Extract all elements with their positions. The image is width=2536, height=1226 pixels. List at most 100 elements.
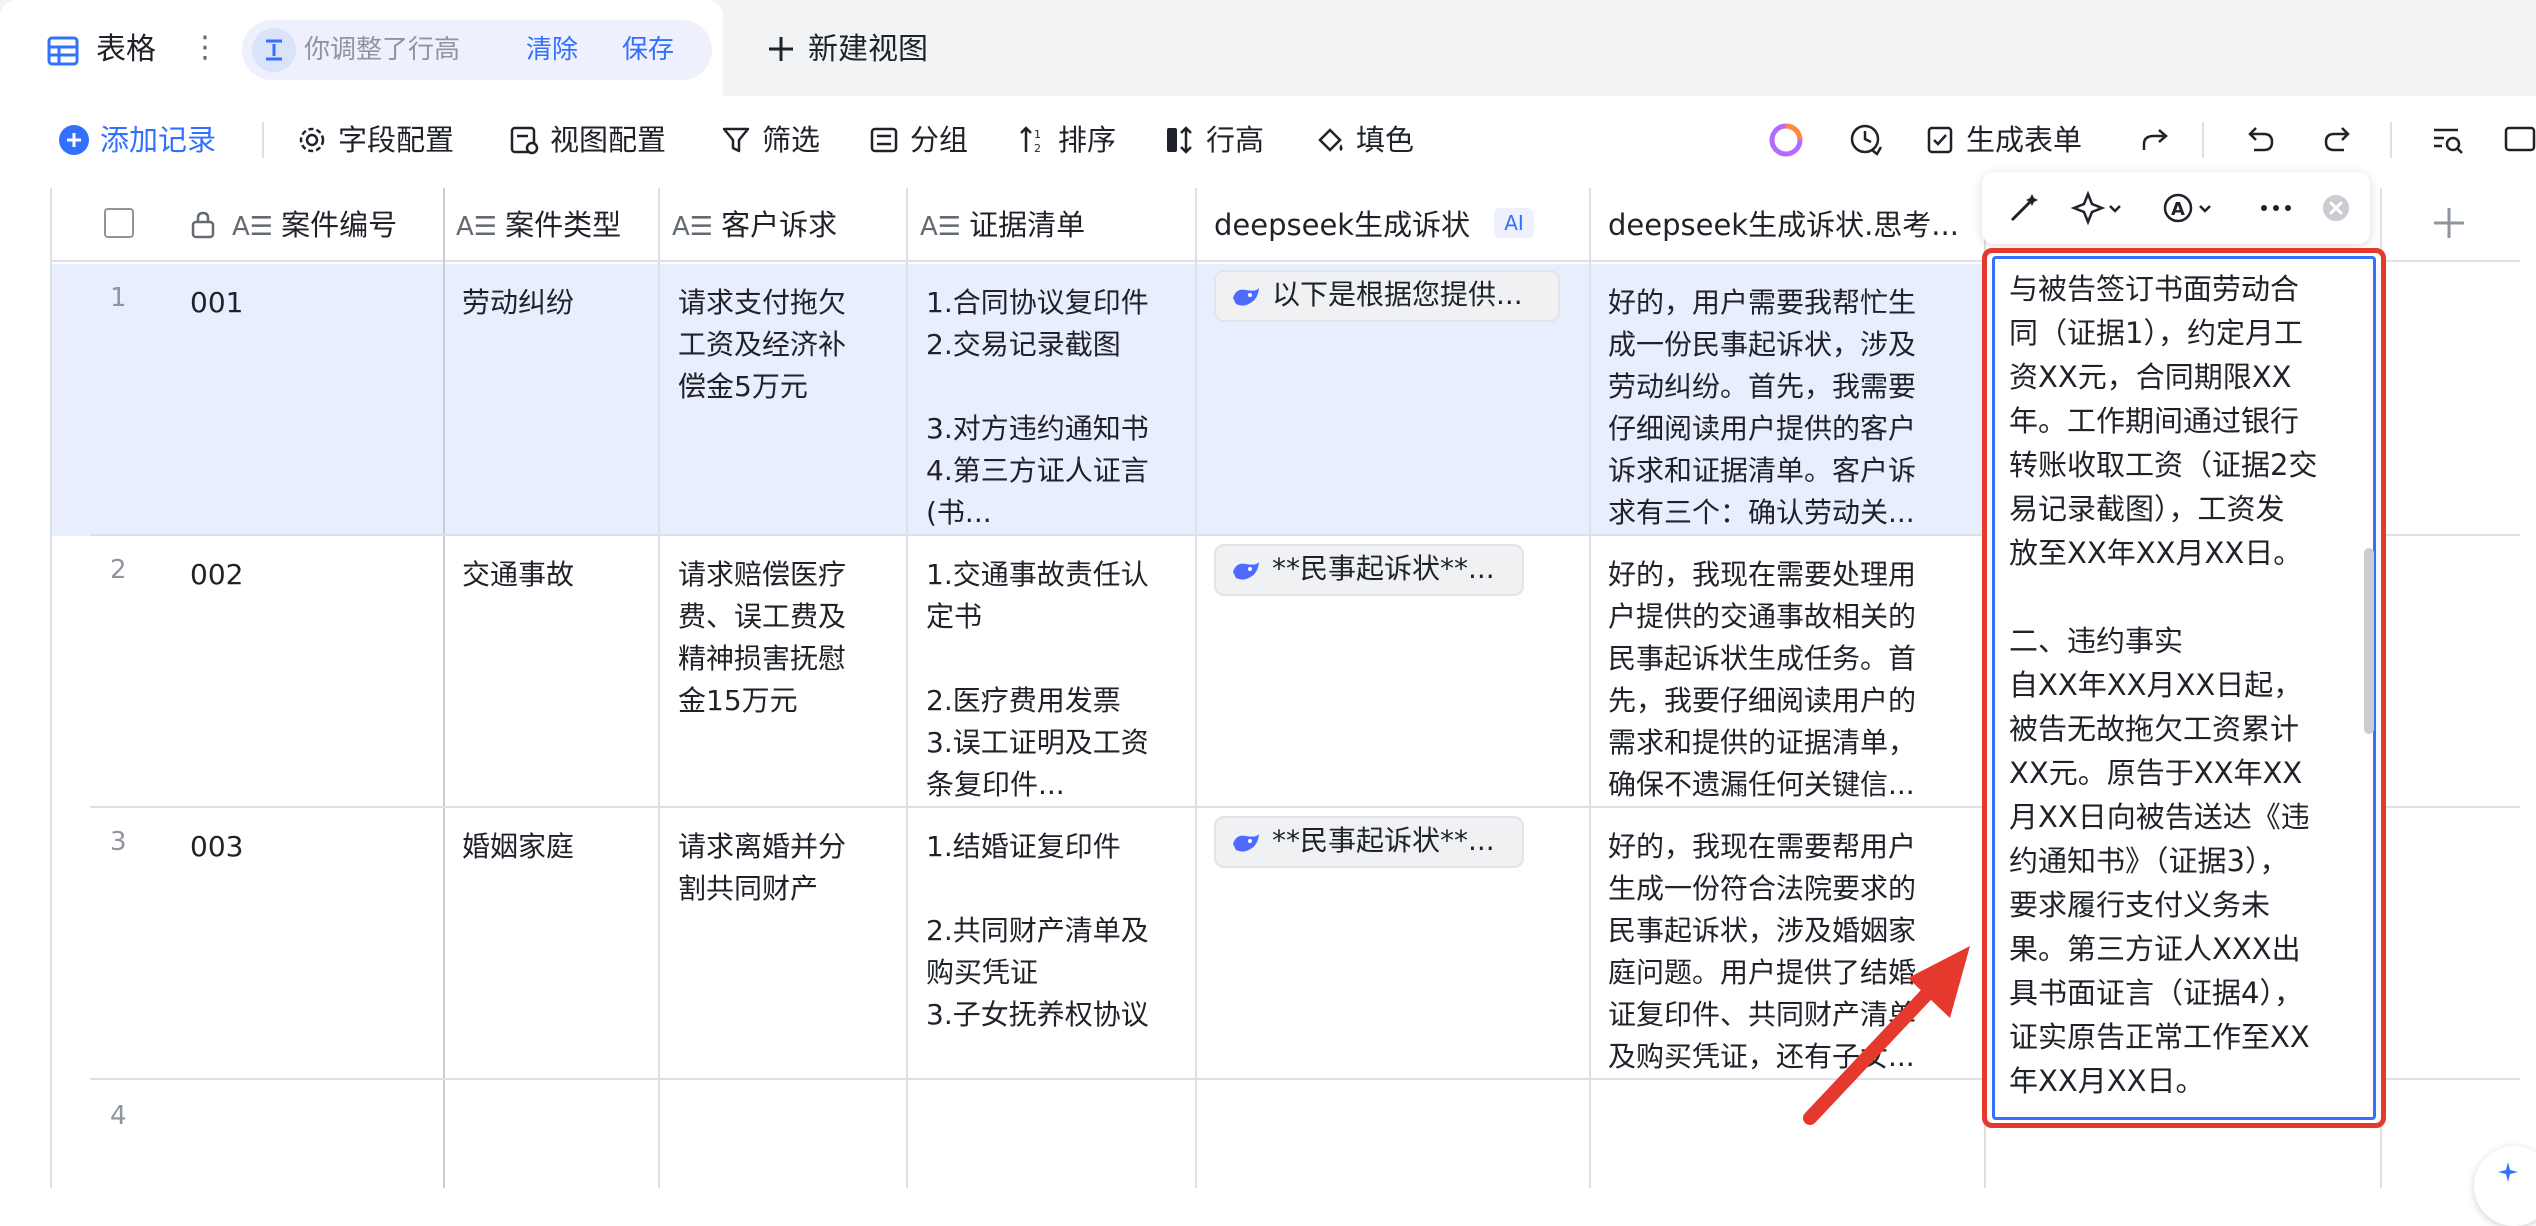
comment-icon[interactable]: [2500, 120, 2536, 160]
text-field-icon: A☰: [920, 212, 962, 242]
svg-text:A: A: [2171, 199, 2185, 220]
field-config-button[interactable]: 字段配置: [296, 120, 476, 160]
ai-assistant-icon[interactable]: [1766, 120, 1806, 160]
add-column-icon[interactable]: [2424, 198, 2474, 248]
column-divider[interactable]: [658, 188, 660, 1188]
ai-sparkle-dropdown-icon[interactable]: [2070, 190, 2130, 226]
cell-ds-think[interactable]: 好的，用户需要我帮忙生 成一份民事起诉状，涉及 劳动纠纷。首先，我需要 仔细阅读…: [1608, 282, 1978, 530]
ai-result-chip[interactable]: **民事起诉状**...: [1214, 816, 1524, 868]
cell-case-type[interactable]: 劳动纠纷: [462, 282, 652, 324]
redo-icon[interactable]: [2318, 120, 2358, 160]
header-ds-gen[interactable]: deepseek生成诉状: [1214, 188, 1484, 262]
toolbar-divider: [2202, 122, 2204, 158]
font-color-dropdown-icon[interactable]: A: [2160, 190, 2220, 226]
new-view-button[interactable]: 新建视图: [808, 30, 928, 70]
deepseek-whale-icon: [1233, 288, 1259, 306]
automation-clock-icon[interactable]: [1846, 120, 1886, 160]
row-number: 2: [110, 555, 127, 585]
header-ds-think[interactable]: deepseek生成诉状.思考...: [1608, 188, 1968, 262]
filter-button[interactable]: 筛选: [720, 120, 840, 160]
clear-button[interactable]: 清除: [526, 32, 578, 68]
ai-result-chip[interactable]: 以下是根据您提供...: [1214, 270, 1560, 322]
fill-color-label: 填色: [1356, 123, 1415, 157]
tab-title[interactable]: 表格: [96, 30, 156, 70]
row-height-label: 行高: [1206, 123, 1265, 157]
row-height-icon: [252, 28, 296, 72]
view-config-button[interactable]: 视图配置: [508, 120, 688, 160]
cell-evidence[interactable]: 1.结婚证复印件 2.共同财产清单及 购买凭证 3.子女抚养权协议: [926, 826, 1192, 1074]
header-evidence-label: 证据清单: [969, 208, 1086, 242]
close-icon[interactable]: [2316, 190, 2356, 226]
group-icon: [870, 127, 898, 153]
form-icon: [1927, 126, 1953, 154]
cell-case-no[interactable]: 003: [190, 826, 430, 868]
undo-icon[interactable]: [2240, 120, 2280, 160]
cell-case-type[interactable]: 婚姻家庭: [462, 826, 652, 868]
header-case-type-label: 案件类型: [505, 208, 622, 242]
more-icon[interactable]: [2256, 190, 2296, 226]
share-icon[interactable]: [2136, 120, 2176, 160]
cell-evidence[interactable]: 1.合同协议复印件 2.交易记录截图 3.对方违约通知书 4.第三方证人证言 (…: [926, 282, 1192, 530]
cell-ds-think[interactable]: 好的，我现在需要处理用 户提供的交通事故相关的 民事起诉状生成任务。首 先，我要…: [1608, 554, 1978, 802]
cell-case-no[interactable]: 001: [190, 282, 430, 324]
field-config-label: 字段配置: [338, 123, 455, 157]
header-evidence[interactable]: A☰ 证据清单: [920, 188, 1190, 262]
column-divider[interactable]: [443, 188, 445, 1188]
plus-icon: [769, 37, 793, 61]
header-case-type[interactable]: A☰ 案件类型: [456, 188, 656, 262]
column-divider[interactable]: [1195, 188, 1197, 1188]
expanded-cell-text[interactable]: 与被告签订书面劳动合 同（证据1），约定月工 资XX元，合同期限XX 年。工作期…: [2009, 267, 2341, 1103]
select-all-checkbox[interactable]: [104, 208, 134, 238]
panel-scrollbar[interactable]: [2364, 548, 2374, 734]
filter-label: 筛选: [762, 123, 821, 157]
ai-result-text: **民事起诉状**...: [1272, 824, 1495, 857]
cell-claim[interactable]: 请求赔偿医疗 费、误工费及 精神损害抚慰 金15万元: [678, 554, 902, 794]
save-button[interactable]: 保存: [622, 32, 674, 68]
row-height-button[interactable]: 行高: [1164, 120, 1284, 160]
sort-icon: 12: [1020, 126, 1041, 155]
table-icon: [47, 36, 79, 66]
cell-case-type[interactable]: 交通事故: [462, 554, 652, 596]
add-record-button[interactable]: 添加记录: [58, 120, 248, 160]
paint-bucket-icon: [1318, 128, 1343, 152]
annotation-arrow: [1803, 946, 1970, 1125]
deepseek-whale-icon: [1233, 834, 1259, 852]
ai-result-chip[interactable]: **民事起诉状**...: [1214, 544, 1524, 596]
text-field-icon: A☰: [456, 212, 498, 242]
sparkle-icon: [2498, 1162, 2518, 1182]
generate-form-button[interactable]: 生成表单: [1924, 120, 2124, 160]
ai-result-text: **民事起诉状**...: [1272, 552, 1495, 585]
magic-wand-icon[interactable]: [2004, 190, 2044, 226]
view-config-label: 视图配置: [550, 123, 667, 157]
sort-label: 排序: [1058, 123, 1117, 157]
ai-result-text: 以下是根据您提供...: [1272, 278, 1523, 311]
cell-case-no[interactable]: 002: [190, 554, 430, 596]
column-divider[interactable]: [1589, 188, 1591, 1188]
fill-color-button[interactable]: 填色: [1314, 120, 1434, 160]
cell-claim[interactable]: 请求支付拖欠 工资及经济补 偿金5万元: [678, 282, 902, 522]
lock-icon: [191, 211, 215, 239]
header-claim-label: 客户诉求: [721, 208, 838, 242]
header-ds-gen-label: deepseek生成诉状: [1214, 208, 1471, 242]
header-claim[interactable]: A☰ 客户诉求: [672, 188, 902, 262]
filter-icon: [722, 127, 750, 153]
row-number: 3: [110, 827, 127, 857]
cell-evidence[interactable]: 1.交通事故责任认 定书 2.医疗费用发票 3.误工证明及工资 条复印件...: [926, 554, 1192, 802]
group-label: 分组: [910, 123, 969, 157]
column-divider[interactable]: [906, 188, 908, 1188]
cell-claim[interactable]: 请求离婚并分 割共同财产: [678, 826, 902, 1066]
tab-more-icon[interactable]: ⋮: [190, 28, 220, 68]
row-number: 1: [110, 283, 127, 313]
text-field-icon: A☰: [672, 212, 714, 242]
group-button[interactable]: 分组: [868, 120, 988, 160]
header-case-no-label: 案件编号: [281, 208, 398, 242]
deepseek-whale-icon: [1233, 562, 1259, 580]
search-list-icon[interactable]: [2428, 120, 2468, 160]
sort-button[interactable]: 12 排序: [1016, 120, 1136, 160]
add-record-label: 添加记录: [100, 123, 217, 157]
header-case-no[interactable]: A☰ 案件编号: [232, 188, 442, 262]
expanded-cell-editor[interactable]: 与被告签订书面劳动合 同（证据1），约定月工 资XX元，合同期限XX 年。工作期…: [1992, 256, 2376, 1120]
text-field-icon: A☰: [232, 212, 274, 242]
view-config-icon: [510, 126, 539, 155]
svg-text:1: 1: [1034, 128, 1041, 141]
